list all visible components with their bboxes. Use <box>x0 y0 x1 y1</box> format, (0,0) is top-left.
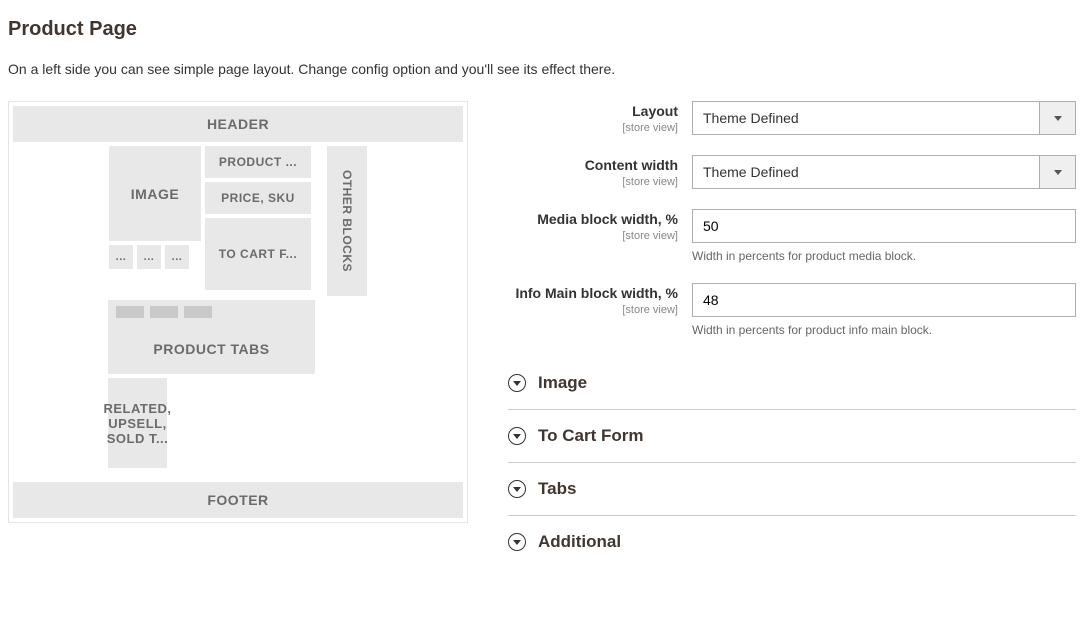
media-width-input[interactable] <box>692 209 1076 243</box>
layout-label: Layout <box>632 103 678 119</box>
info-main-width-input[interactable] <box>692 283 1076 317</box>
accordion-additional-title: Additional <box>538 532 621 552</box>
page-title: Product Page <box>8 18 1076 41</box>
preview-price-sku: PRICE, SKU <box>205 182 311 214</box>
info-main-width-hint: Width in percents for product info main … <box>692 323 1076 337</box>
info-main-width-label: Info Main block width, % <box>515 285 678 301</box>
preview-product-title: PRODUCT ... <box>205 146 311 178</box>
expand-icon <box>508 533 526 551</box>
chevron-down-icon <box>1054 170 1062 175</box>
info-main-width-scope: [store view] <box>508 304 678 316</box>
accordion-tabs-title: Tabs <box>538 479 576 499</box>
preview-other-blocks: OTHER BLOCKS <box>327 146 367 296</box>
accordion-image[interactable]: Image <box>508 357 1076 410</box>
preview-related: RELATED, UPSELL, SOLD T... <box>108 378 167 468</box>
preview-thumb: ... <box>137 245 161 269</box>
expand-icon <box>508 374 526 392</box>
layout-preview: HEADER IMAGE ... ... ... PRODUCT ... PRI… <box>8 101 468 523</box>
accordion-image-title: Image <box>538 373 587 393</box>
layout-select-value: Theme Defined <box>692 101 1040 135</box>
preview-to-cart: TO CART F... <box>205 218 311 290</box>
media-width-scope: [store view] <box>508 230 678 242</box>
accordion-to-cart-form-title: To Cart Form <box>538 426 643 446</box>
preview-product-tabs: PRODUCT TABS <box>108 324 315 374</box>
expand-icon <box>508 427 526 445</box>
page-description: On a left side you can see simple page l… <box>8 61 1076 77</box>
content-width-select-value: Theme Defined <box>692 155 1040 189</box>
preview-tab-handles <box>108 300 315 324</box>
layout-select-toggle[interactable] <box>1040 101 1076 135</box>
accordion-to-cart-form[interactable]: To Cart Form <box>508 410 1076 463</box>
media-width-hint: Width in percents for product media bloc… <box>692 249 1076 263</box>
content-width-select-toggle[interactable] <box>1040 155 1076 189</box>
content-width-label: Content width <box>585 157 678 173</box>
content-width-select[interactable]: Theme Defined <box>692 155 1076 189</box>
media-width-label: Media block width, % <box>537 211 678 227</box>
preview-header: HEADER <box>13 106 463 142</box>
preview-footer: FOOTER <box>13 482 463 518</box>
accordion-tabs[interactable]: Tabs <box>508 463 1076 516</box>
content-width-scope: [store view] <box>508 176 678 188</box>
chevron-down-icon <box>1054 116 1062 121</box>
accordion-additional[interactable]: Additional <box>508 516 1076 568</box>
expand-icon <box>508 480 526 498</box>
preview-thumb: ... <box>165 245 189 269</box>
preview-thumb: ... <box>109 245 133 269</box>
layout-scope: [store view] <box>508 122 678 134</box>
preview-image: IMAGE <box>109 146 201 241</box>
layout-select[interactable]: Theme Defined <box>692 101 1076 135</box>
